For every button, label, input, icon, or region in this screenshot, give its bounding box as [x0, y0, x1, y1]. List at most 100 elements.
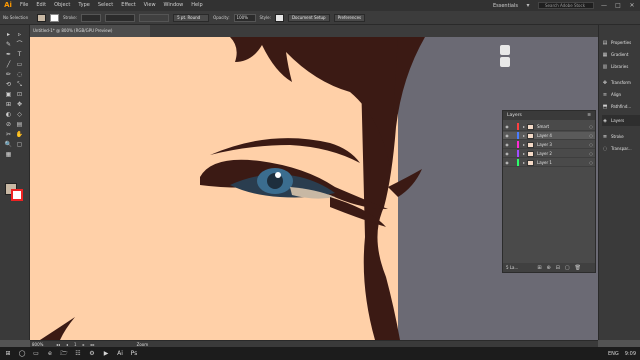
last-artboard-icon[interactable]: ▸▸: [91, 342, 95, 347]
fill-swatch[interactable]: [37, 13, 46, 22]
direct-selection-tool-icon[interactable]: ▹: [15, 31, 24, 39]
symbol-sprayer-icon[interactable]: ▤: [15, 121, 24, 129]
rectangle-tool-icon[interactable]: ▭: [15, 61, 24, 69]
gradient-tool-icon[interactable]: ◐: [4, 111, 13, 119]
document-setup-button[interactable]: Document Setup: [287, 13, 330, 22]
layer-row[interactable]: ◉ ▸ Layer 2 ○: [503, 150, 595, 158]
target-circle-icon[interactable]: ○: [587, 124, 595, 129]
clipping-mask-icon[interactable]: ▢: [565, 265, 570, 271]
dock-transform[interactable]: ✥ Transform: [602, 77, 640, 88]
dock-properties[interactable]: ▤ Properties: [602, 37, 640, 48]
collect-export-icon[interactable]: ⊞: [537, 265, 541, 271]
layer-row[interactable]: ◉ ▸ Layer 3 ○: [503, 141, 595, 149]
dock-stroke[interactable]: ≣ Stroke: [602, 131, 640, 142]
target-circle-icon[interactable]: ○: [587, 151, 595, 156]
menu-object[interactable]: Object: [50, 0, 74, 11]
brush-tool-icon[interactable]: ✒: [4, 51, 13, 59]
file-explorer-icon[interactable]: 🗁: [60, 350, 68, 358]
prev-artboard-icon[interactable]: ◂: [66, 342, 68, 347]
menu-edit[interactable]: Edit: [32, 0, 50, 11]
menu-select[interactable]: Select: [94, 0, 117, 11]
pen-tool-icon[interactable]: ✎: [4, 41, 13, 49]
curvature-tool-icon[interactable]: ⌒: [15, 41, 24, 49]
windows-start-icon[interactable]: ⊞: [4, 350, 12, 358]
layer-row[interactable]: ◉ ▸ Layer 1 ○: [503, 159, 595, 167]
layer-name[interactable]: Layer 1: [537, 160, 587, 165]
scale-tool-icon[interactable]: ⤡: [15, 81, 24, 89]
menu-help[interactable]: Help: [187, 0, 206, 11]
menu-type[interactable]: Type: [74, 0, 93, 11]
workspace-switcher[interactable]: Essentials: [493, 3, 518, 9]
panel-menu-icon[interactable]: ≡: [587, 111, 591, 120]
menu-window[interactable]: Window: [160, 0, 188, 11]
visibility-eye-icon[interactable]: ◉: [503, 142, 511, 147]
style-swatch[interactable]: [274, 13, 284, 22]
new-sublayer-icon[interactable]: ⊟: [556, 265, 560, 271]
perspective-grid-icon[interactable]: ⊞: [4, 101, 13, 109]
visibility-eye-icon[interactable]: ◉: [503, 151, 511, 156]
shape-builder-icon[interactable]: ⊡: [15, 91, 24, 99]
media-icon[interactable]: ▶: [102, 350, 110, 358]
new-layer-icon[interactable]: ⊕: [547, 265, 551, 271]
visibility-eye-icon[interactable]: ◉: [503, 124, 511, 129]
mesh-tool-icon[interactable]: ✥: [15, 101, 24, 109]
next-artboard-icon[interactable]: ▸: [83, 342, 85, 347]
scissors-tool-icon[interactable]: ✂: [4, 131, 13, 139]
language-indicator[interactable]: ENG: [608, 351, 619, 357]
search-icon[interactable]: ◯: [18, 350, 26, 358]
layer-name[interactable]: Layer 4: [537, 133, 587, 138]
stroke-swatch[interactable]: [50, 13, 59, 22]
edge-icon[interactable]: e: [46, 350, 54, 358]
settings-icon[interactable]: ⚙: [88, 350, 96, 358]
line-tool-icon[interactable]: ╱: [4, 61, 13, 69]
opacity-field[interactable]: 100%: [233, 13, 256, 22]
dock-pathfinder[interactable]: ⬒ Pathfind...: [602, 101, 640, 112]
layer-row[interactable]: ◉ ▸ Layer 4 ○: [503, 132, 595, 140]
rotate-tool-icon[interactable]: ⟲: [4, 81, 13, 89]
dock-libraries[interactable]: ▥ Libraries: [602, 61, 640, 72]
eyedropper-tool-icon[interactable]: ◇: [15, 111, 24, 119]
layer-row[interactable]: ◉ ▸ Smart ○: [503, 123, 595, 131]
store-icon[interactable]: ☷: [74, 350, 82, 358]
hand-tool-icon[interactable]: ✋: [15, 131, 24, 139]
illustrator-icon[interactable]: Ai: [116, 350, 124, 358]
close-button[interactable]: ✕: [628, 2, 636, 10]
zoom-tool-icon[interactable]: 🔍: [4, 141, 13, 149]
target-circle-icon[interactable]: ○: [587, 160, 595, 165]
blob-tool-icon[interactable]: ◌: [15, 71, 24, 79]
minimize-button[interactable]: —: [600, 2, 608, 10]
pencil-tool-icon[interactable]: ✏: [4, 71, 13, 79]
menu-view[interactable]: View: [140, 0, 160, 11]
dock-align[interactable]: ≡ Align: [602, 89, 640, 100]
delete-layer-icon[interactable]: 🗑: [575, 265, 581, 271]
visibility-eye-icon[interactable]: ◉: [503, 133, 511, 138]
menu-effect[interactable]: Effect: [117, 0, 139, 11]
stroke-weight-field[interactable]: [81, 13, 102, 22]
visibility-eye-icon[interactable]: ◉: [503, 160, 511, 165]
stroke-color-swatch[interactable]: [11, 189, 23, 201]
layer-name[interactable]: Layer 2: [537, 151, 587, 156]
preferences-button[interactable]: Preferences: [333, 13, 366, 22]
zoom-level[interactable]: 800%: [32, 342, 50, 347]
layer-name[interactable]: Layer 3: [537, 142, 587, 147]
fill-stroke-icon[interactable]: ▢: [15, 141, 24, 149]
document-tab[interactable]: Untitled-1* @ 800% (RGB/GPU Preview): [30, 25, 150, 37]
target-circle-icon[interactable]: ○: [587, 142, 595, 147]
screen-mode-icon[interactable]: ▦: [4, 151, 13, 159]
dock-layers[interactable]: ◈ Layers: [602, 115, 640, 126]
clock[interactable]: 9:09: [625, 351, 636, 357]
dock-gradient[interactable]: ▦ Gradient: [602, 49, 640, 60]
first-artboard-icon[interactable]: ◂◂: [56, 342, 60, 347]
selection-tool-icon[interactable]: ▸: [4, 31, 13, 39]
chevron-down-icon[interactable]: ▾: [524, 2, 532, 10]
stock-search-input[interactable]: Search Adobe Stock: [538, 2, 594, 9]
menu-file[interactable]: File: [16, 0, 32, 11]
brush-definition[interactable]: [139, 13, 170, 22]
variable-width-field[interactable]: [105, 13, 136, 22]
maximize-button[interactable]: □: [614, 2, 622, 10]
dock-transparency[interactable]: ◌ Transpar...: [602, 143, 640, 154]
free-transform-icon[interactable]: ▣: [4, 91, 13, 99]
blend-tool-icon[interactable]: ⊘: [4, 121, 13, 129]
task-view-icon[interactable]: ▭: [32, 350, 40, 358]
target-circle-icon[interactable]: ○: [587, 133, 595, 138]
